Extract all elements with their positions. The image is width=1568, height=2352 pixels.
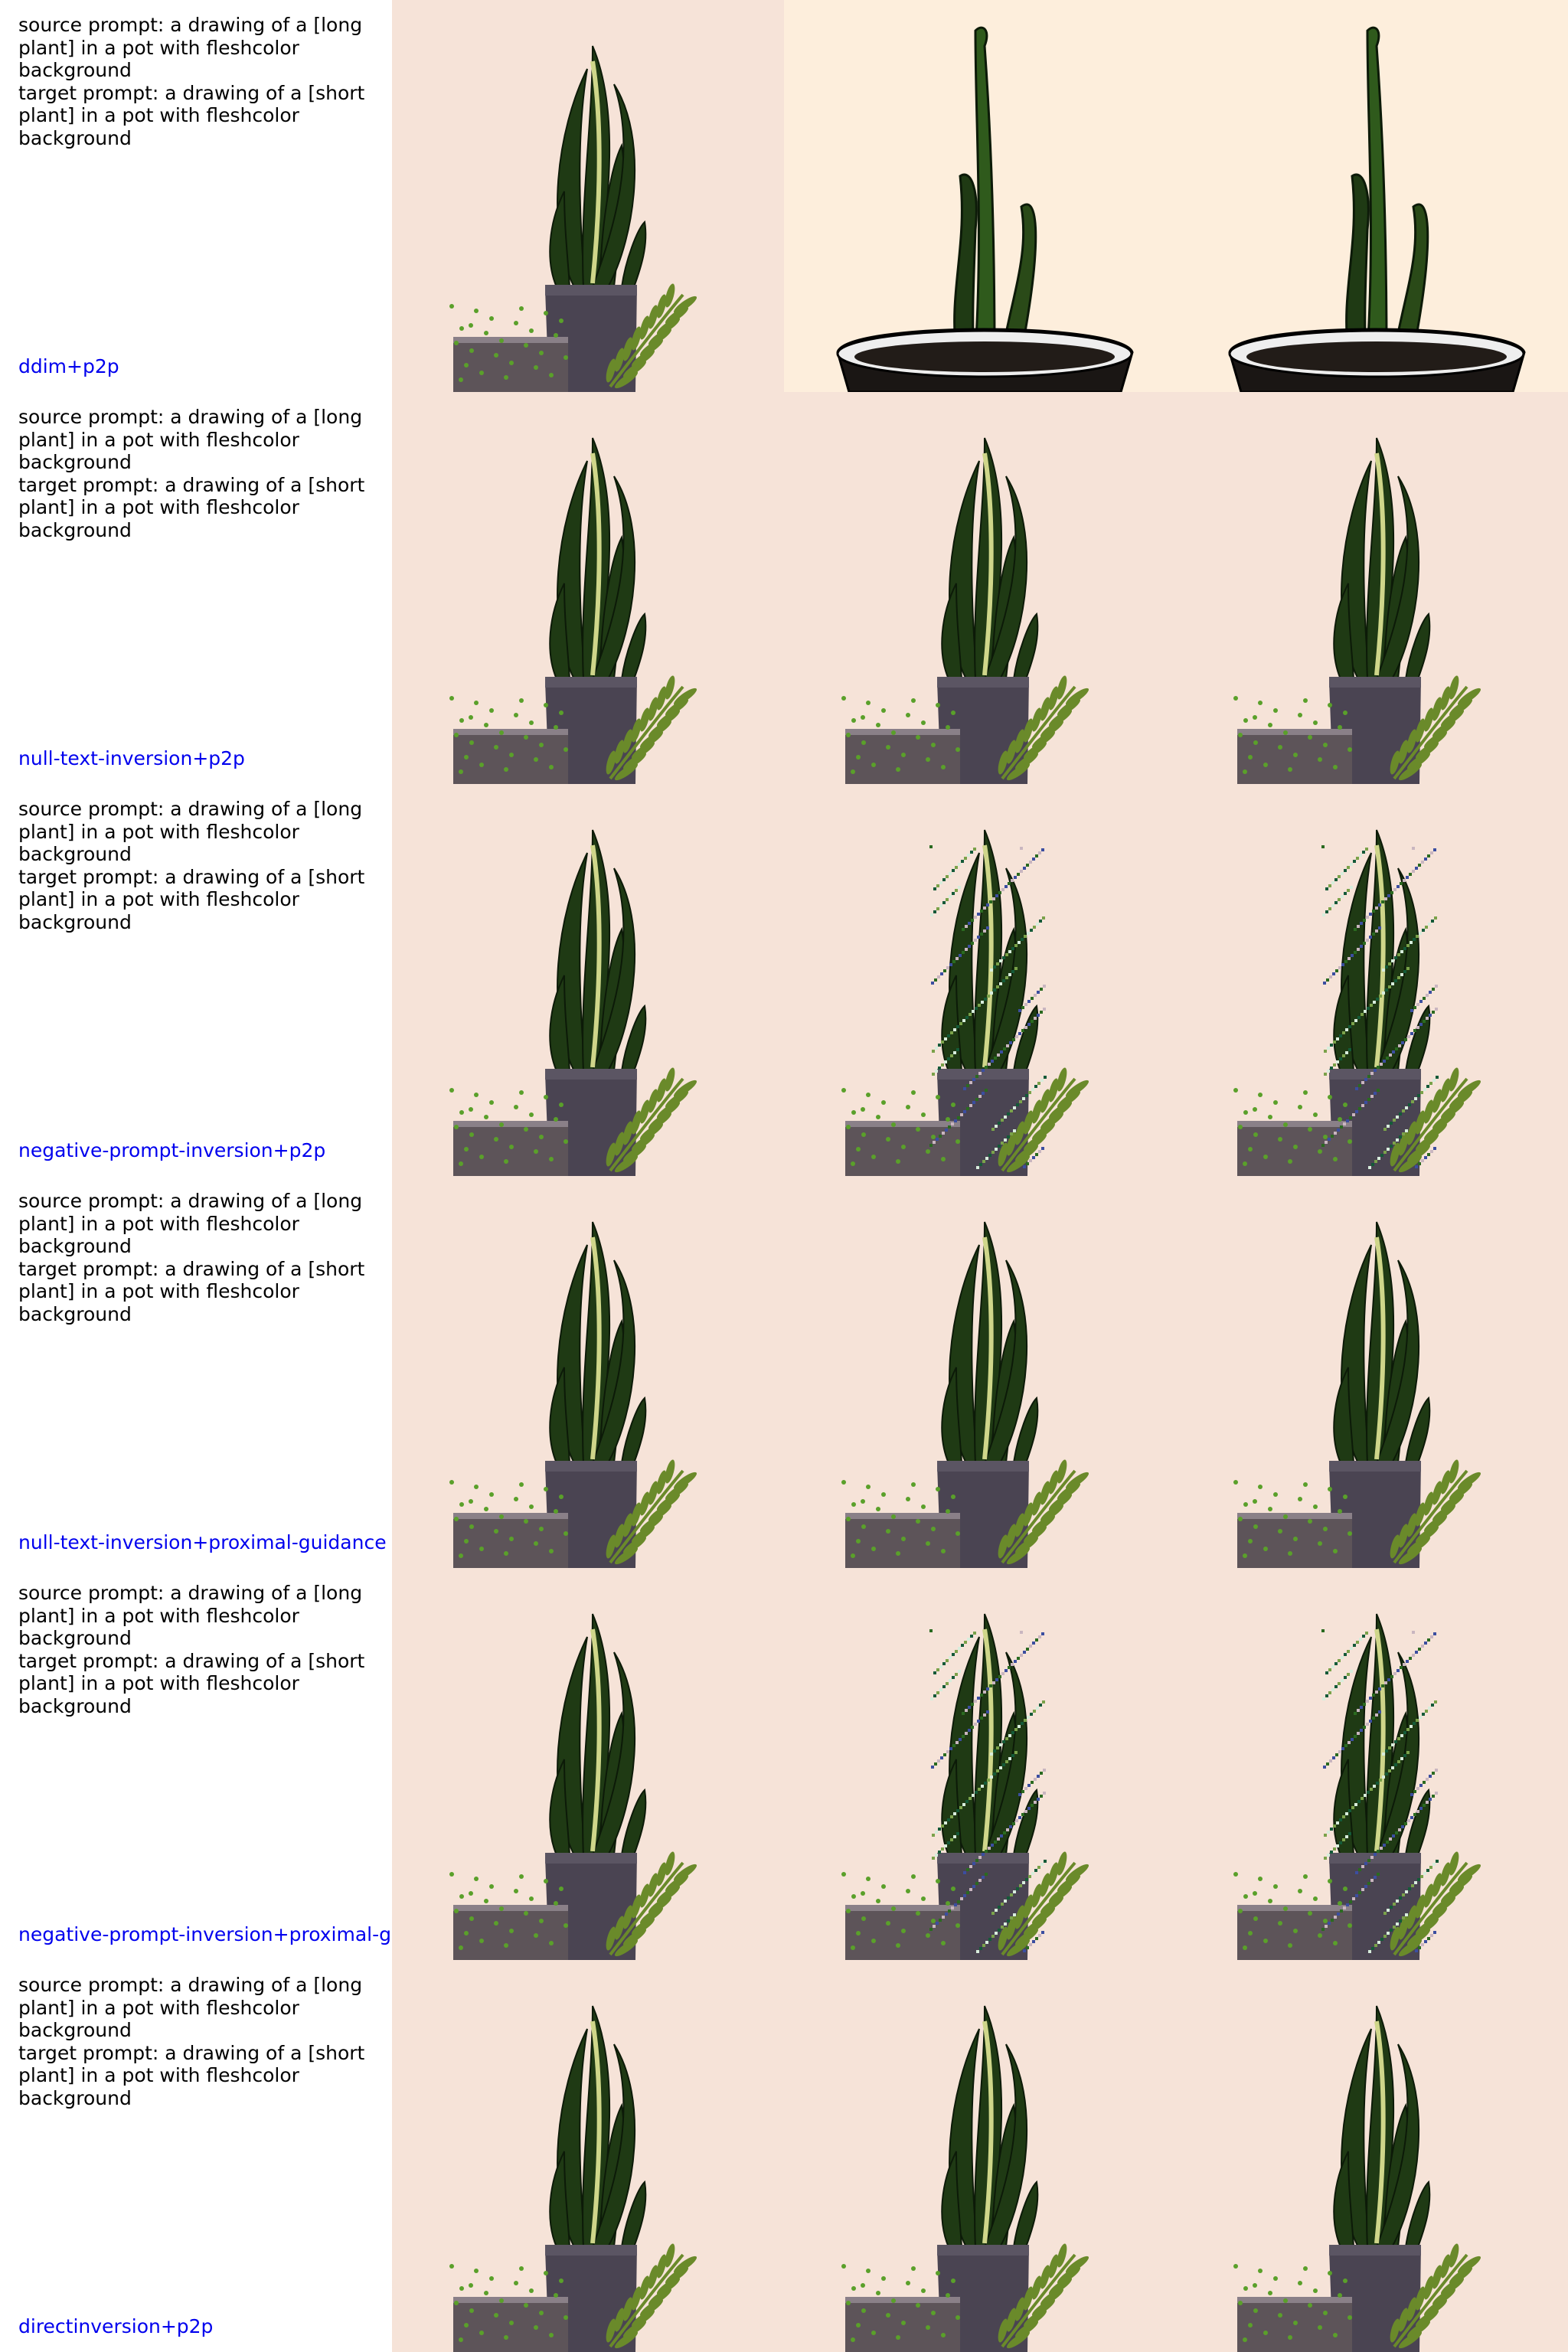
method-label: null-text-inversion+proximal-guidance <box>18 1531 387 1553</box>
prompt-text: source prompt: a drawing of a [long plan… <box>18 1582 365 1717</box>
edited-image <box>784 1568 1176 1960</box>
comparison-row: source prompt: a drawing of a [long plan… <box>0 1960 1568 2352</box>
comparison-row: source prompt: a drawing of a [long plan… <box>0 392 1568 784</box>
edited-image <box>784 1176 1176 1568</box>
edited-image <box>1176 392 1568 784</box>
edited-image <box>1176 1960 1568 2352</box>
prompt-text: source prompt: a drawing of a [long plan… <box>18 406 365 541</box>
row-label-panel: source prompt: a drawing of a [long plan… <box>0 392 392 784</box>
edited-image <box>1176 1568 1568 1960</box>
comparison-row: source prompt: a drawing of a [long plan… <box>0 1176 1568 1568</box>
edited-image <box>784 1960 1176 2352</box>
row-label-panel: source prompt: a drawing of a [long plan… <box>0 1960 392 2352</box>
prompt-text: source prompt: a drawing of a [long plan… <box>18 1974 365 2109</box>
row-label-panel: source prompt: a drawing of a [long plan… <box>0 0 392 392</box>
edited-image <box>1176 1176 1568 1568</box>
comparison-row: source prompt: a drawing of a [long plan… <box>0 0 1568 392</box>
source-image <box>392 1568 784 1960</box>
edited-image <box>784 392 1176 784</box>
method-label: directinversion+p2p <box>18 2315 214 2337</box>
edited-image <box>784 0 1176 392</box>
row-label-panel: source prompt: a drawing of a [long plan… <box>0 784 392 1176</box>
method-label: negative-prompt-inversion+proximal-g <box>18 1923 391 1945</box>
prompt-text: source prompt: a drawing of a [long plan… <box>18 14 365 149</box>
row-label-panel: source prompt: a drawing of a [long plan… <box>0 1176 392 1568</box>
prompt-text: source prompt: a drawing of a [long plan… <box>18 798 365 933</box>
edited-image <box>1176 0 1568 392</box>
source-image <box>392 1960 784 2352</box>
comparison-row: source prompt: a drawing of a [long plan… <box>0 784 1568 1176</box>
source-image <box>392 1176 784 1568</box>
comparison-row: source prompt: a drawing of a [long plan… <box>0 1568 1568 1960</box>
prompt-text: source prompt: a drawing of a [long plan… <box>18 1190 365 1325</box>
source-image <box>392 392 784 784</box>
method-label: ddim+p2p <box>18 355 119 377</box>
source-image <box>392 0 784 392</box>
edited-image <box>1176 784 1568 1176</box>
edited-image <box>784 784 1176 1176</box>
method-label: negative-prompt-inversion+p2p <box>18 1139 326 1161</box>
method-label: null-text-inversion+p2p <box>18 747 245 769</box>
source-image <box>392 784 784 1176</box>
row-label-panel: source prompt: a drawing of a [long plan… <box>0 1568 392 1960</box>
